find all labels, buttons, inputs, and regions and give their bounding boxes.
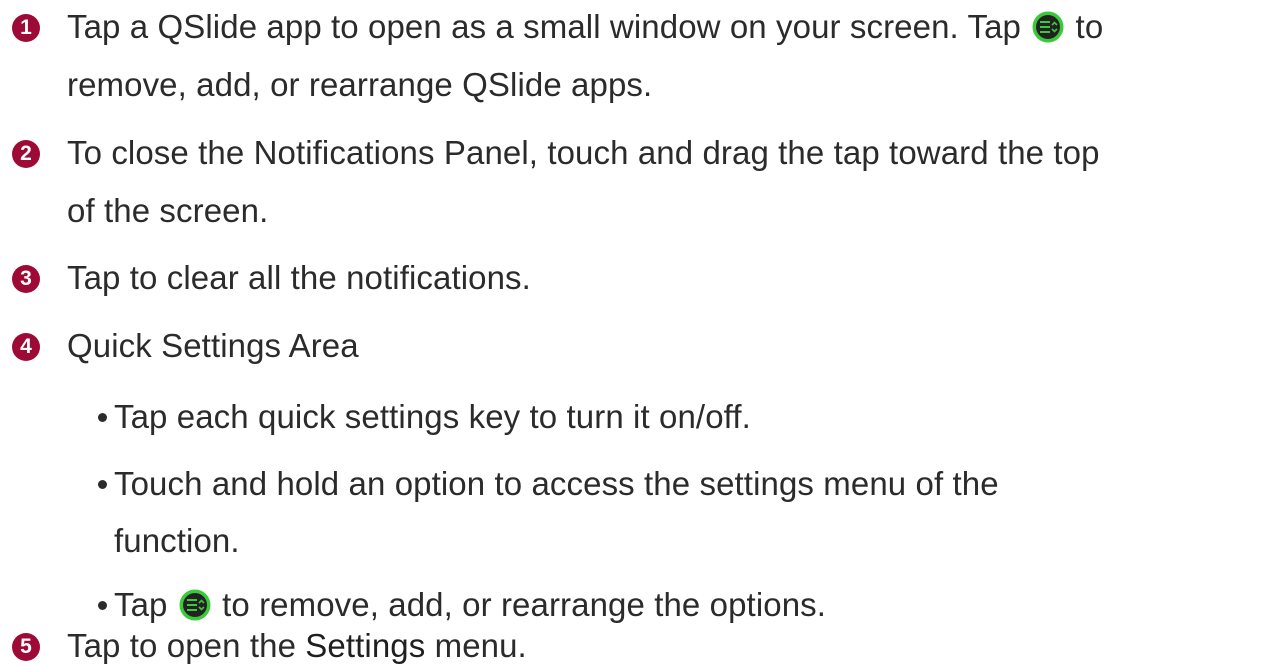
step-4-bullet-2-line-2: function. xyxy=(114,522,240,559)
step-2-line-2: of the screen. xyxy=(67,192,269,229)
step-4-bullet-3-after-icon: to remove, add, or rearrange the options… xyxy=(222,586,827,623)
step-4-bullet-1: Tap each quick settings key to turn it o… xyxy=(114,398,751,435)
step-number-1: 1 xyxy=(12,14,40,42)
step-number-4: 4 xyxy=(12,333,40,361)
step-1-line-2: remove, add, or rearrange QSlide apps. xyxy=(67,66,653,103)
step-3-line-1: Tap to clear all the notifications. xyxy=(67,259,531,296)
bullet-dot xyxy=(98,480,107,489)
step-4-bullet-2-line-1: Touch and hold an option to access the s… xyxy=(114,465,999,502)
step-4-heading: Quick Settings Area xyxy=(67,327,359,364)
step-5-text-after: menu. xyxy=(425,627,527,664)
edit-list-icon xyxy=(1032,11,1064,43)
step-5-line-1: Tap to open the Settings menu. xyxy=(67,626,527,666)
bullet-dot xyxy=(98,413,107,422)
step-1-line-1: Tap a QSlide app to open as a small wind… xyxy=(67,7,1103,47)
settings-menu-label: Settings xyxy=(305,627,426,664)
step-number-3: 3 xyxy=(12,265,40,293)
step-4-bullet-3-before-icon: Tap xyxy=(114,586,168,623)
bullet-dot xyxy=(98,601,107,610)
step-2-line-1: To close the Notifications Panel, touch … xyxy=(67,134,1100,171)
instruction-page: 1 Tap a QSlide app to open as a small wi… xyxy=(0,0,1272,664)
step-1-text-after-icon: to xyxy=(1075,8,1104,45)
step-1-text-before-icon: Tap a QSlide app to open as a small wind… xyxy=(67,8,1021,45)
step-4-bullet-3: Tap to remove, add, or rearrange the opt… xyxy=(114,585,826,625)
step-number-5: 5 xyxy=(12,633,40,661)
edit-list-icon xyxy=(179,589,211,621)
step-number-2: 2 xyxy=(12,140,40,168)
step-5-text-before: Tap to open the xyxy=(67,627,306,664)
